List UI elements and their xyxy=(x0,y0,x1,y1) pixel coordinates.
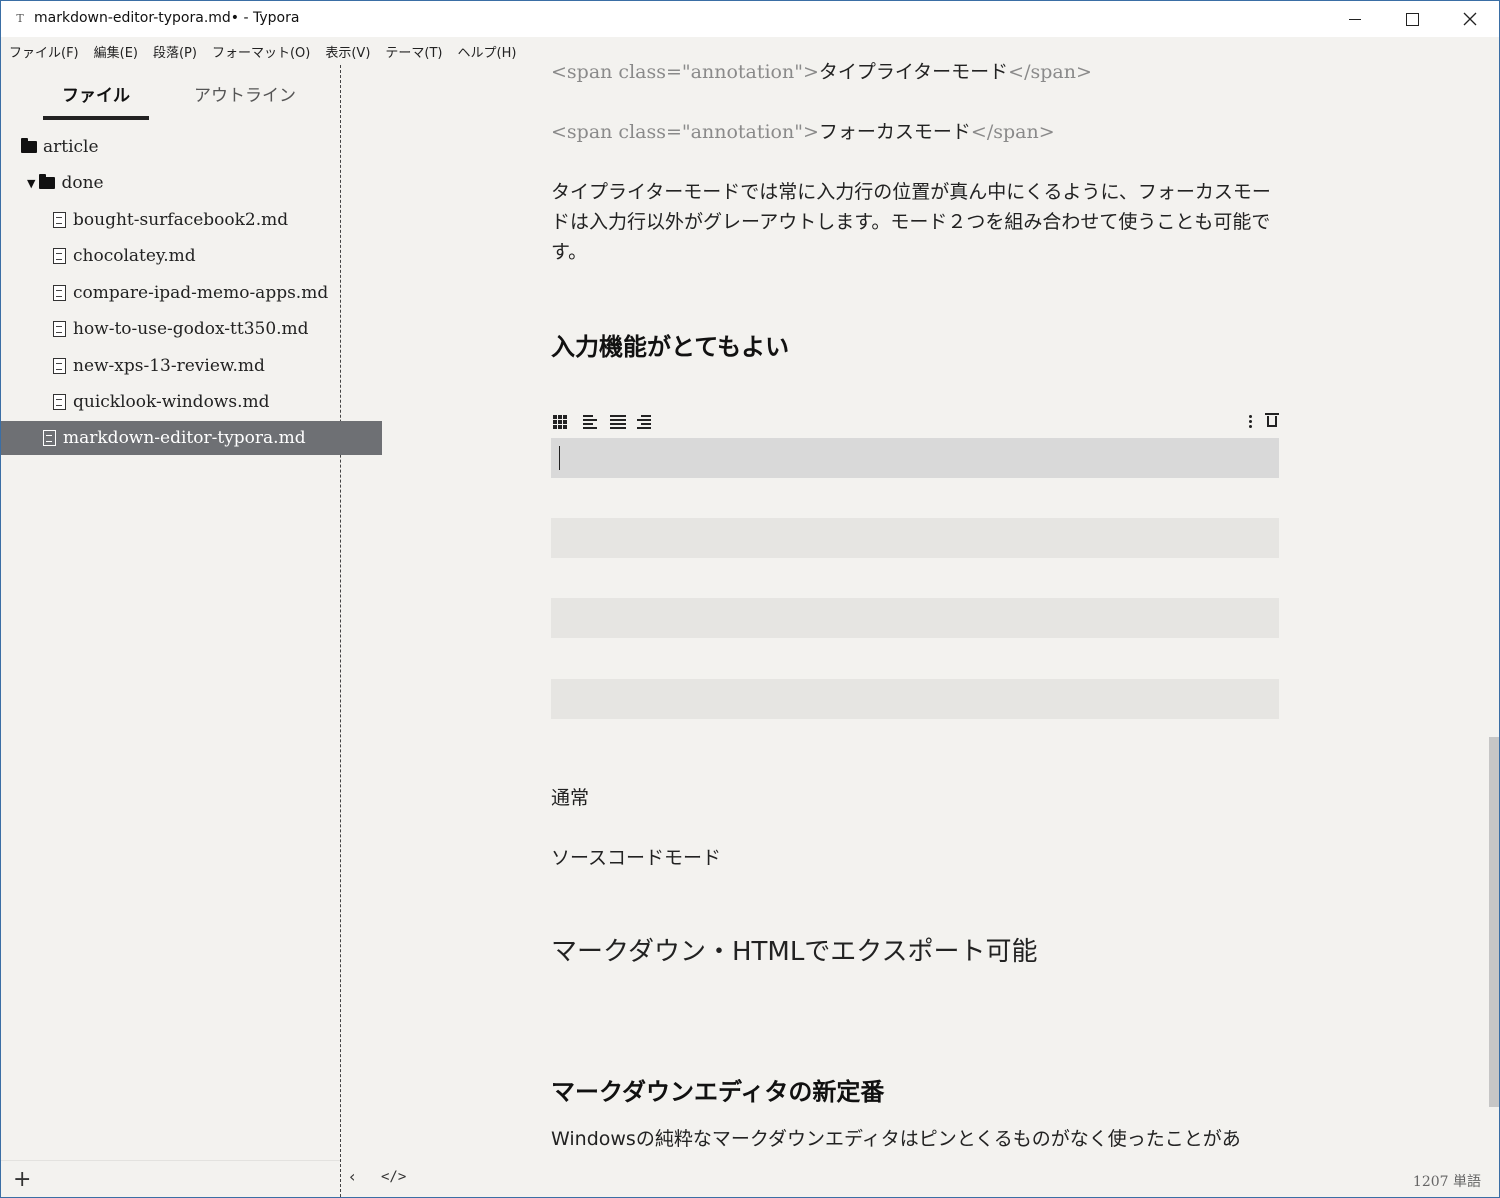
table-row[interactable] xyxy=(551,518,1279,558)
editor-area[interactable]: <span class="annotation">タイプライターモード</spa… xyxy=(341,61,1489,1197)
menu-view[interactable]: 表示(V) xyxy=(325,42,370,61)
file-icon xyxy=(53,394,66,410)
tree-item-label: bought-surfacebook2.md xyxy=(73,210,289,230)
text-export-capable: マークダウン・HTMLでエクスポート可能 xyxy=(551,937,1038,967)
minimize-icon xyxy=(1349,18,1361,20)
typora-app-icon: T xyxy=(16,12,24,25)
file-icon xyxy=(53,321,66,337)
annotation-line-typewriter: <span class="annotation">タイプライターモード</spa… xyxy=(551,61,1092,83)
scrollbar-thumb[interactable] xyxy=(1489,737,1499,1107)
tree-file[interactable]: quicklook-windows.md xyxy=(1,385,392,419)
tree-item-label: how-to-use-godox-tt350.md xyxy=(73,319,309,339)
file-icon xyxy=(53,285,66,301)
table-resize-icon[interactable] xyxy=(553,415,569,429)
menu-edit[interactable]: 編集(E) xyxy=(94,42,138,61)
table-row[interactable] xyxy=(551,438,1279,478)
text-cursor xyxy=(559,446,560,470)
align-left-icon[interactable] xyxy=(583,415,599,429)
tree-item-label: quicklook-windows.md xyxy=(73,392,270,412)
menu-help[interactable]: ヘルプ(H) xyxy=(458,42,517,61)
tree-folder-done[interactable]: ▼ done xyxy=(1,166,366,200)
table-row[interactable] xyxy=(551,679,1279,719)
align-center-icon[interactable] xyxy=(610,415,626,429)
tab-outline[interactable]: アウトライン xyxy=(187,81,303,106)
add-icon[interactable]: + xyxy=(13,1167,31,1192)
tab-files[interactable]: ファイル xyxy=(43,81,149,120)
text-normal: 通常 xyxy=(551,787,590,809)
source-code-mode-icon[interactable]: </> xyxy=(381,1169,406,1185)
tree-file[interactable]: new-xps-13-review.md xyxy=(1,349,392,383)
tree-file[interactable]: how-to-use-godox-tt350.md xyxy=(1,312,392,346)
table-row[interactable] xyxy=(551,598,1279,638)
file-icon xyxy=(53,358,66,374)
file-icon xyxy=(53,248,66,264)
file-icon xyxy=(53,212,66,228)
menu-file[interactable]: ファイル(F) xyxy=(9,42,79,61)
table-toolbar xyxy=(551,413,1279,433)
paragraph-modes: タイプライターモードでは常に入力行の位置が真ん中にくるように、フォーカスモードは… xyxy=(551,181,1271,263)
typora-window: T markdown-editor-typora.md• - Typora ファ… xyxy=(0,0,1500,1198)
tree-file[interactable]: chocolatey.md xyxy=(1,239,392,273)
sidebar-footer: + xyxy=(1,1160,340,1197)
minimize-button[interactable] xyxy=(1326,1,1384,37)
heading-input-features: 入力機能がとてもよい xyxy=(551,333,790,361)
menu-paragraph[interactable]: 段落(P) xyxy=(153,42,197,61)
tree-item-label: new-xps-13-review.md xyxy=(73,356,265,376)
tree-file-active[interactable]: markdown-editor-typora.md xyxy=(1,421,382,455)
more-options-icon[interactable] xyxy=(1247,415,1253,429)
close-button[interactable] xyxy=(1441,1,1499,37)
heading-new-standard: マークダウンエディタの新定番 xyxy=(551,1078,885,1106)
annotation-line-focus: <span class="annotation">フォーカスモード</span> xyxy=(551,121,1055,143)
maximize-button[interactable] xyxy=(1383,1,1441,37)
title-bar: T markdown-editor-typora.md• - Typora xyxy=(1,1,1499,37)
menu-theme[interactable]: テーマ(T) xyxy=(385,42,442,61)
paragraph-windows-editors: Windowsの純粋なマークダウンエディタはピンとくるものがなく使ったことがあ xyxy=(551,1128,1241,1150)
sidebar: ファイル アウトライン article ▼ done bought-surfac… xyxy=(1,65,382,1197)
menu-format[interactable]: フォーマット(O) xyxy=(212,42,310,61)
toggle-sidebar-icon[interactable]: ‹ xyxy=(349,1167,355,1186)
maximize-icon xyxy=(1405,12,1419,26)
tree-item-label: chocolatey.md xyxy=(73,246,196,266)
vertical-scrollbar[interactable] xyxy=(1489,65,1499,1197)
tree-file[interactable]: compare-ipad-memo-apps.md xyxy=(1,276,392,310)
tree-item-label: markdown-editor-typora.md xyxy=(63,428,306,448)
tree-file[interactable]: bought-surfacebook2.md xyxy=(1,203,392,237)
delete-table-icon[interactable] xyxy=(1265,413,1279,429)
tree-folder-article[interactable]: article xyxy=(1,130,360,164)
caret-down-icon: ▼ xyxy=(27,176,36,190)
tree-item-label: done xyxy=(61,173,104,193)
close-icon xyxy=(1463,12,1477,26)
tree-item-label: article xyxy=(43,137,99,157)
tree-item-label: compare-ipad-memo-apps.md xyxy=(73,283,329,303)
file-icon xyxy=(43,430,56,446)
window-title: markdown-editor-typora.md• - Typora xyxy=(34,10,300,26)
folder-icon xyxy=(21,138,37,153)
word-count[interactable]: 1207 単語 xyxy=(1401,1171,1481,1191)
text-source-code-mode: ソースコードモード xyxy=(551,847,722,869)
folder-icon xyxy=(39,174,56,189)
align-right-icon[interactable] xyxy=(637,415,653,429)
